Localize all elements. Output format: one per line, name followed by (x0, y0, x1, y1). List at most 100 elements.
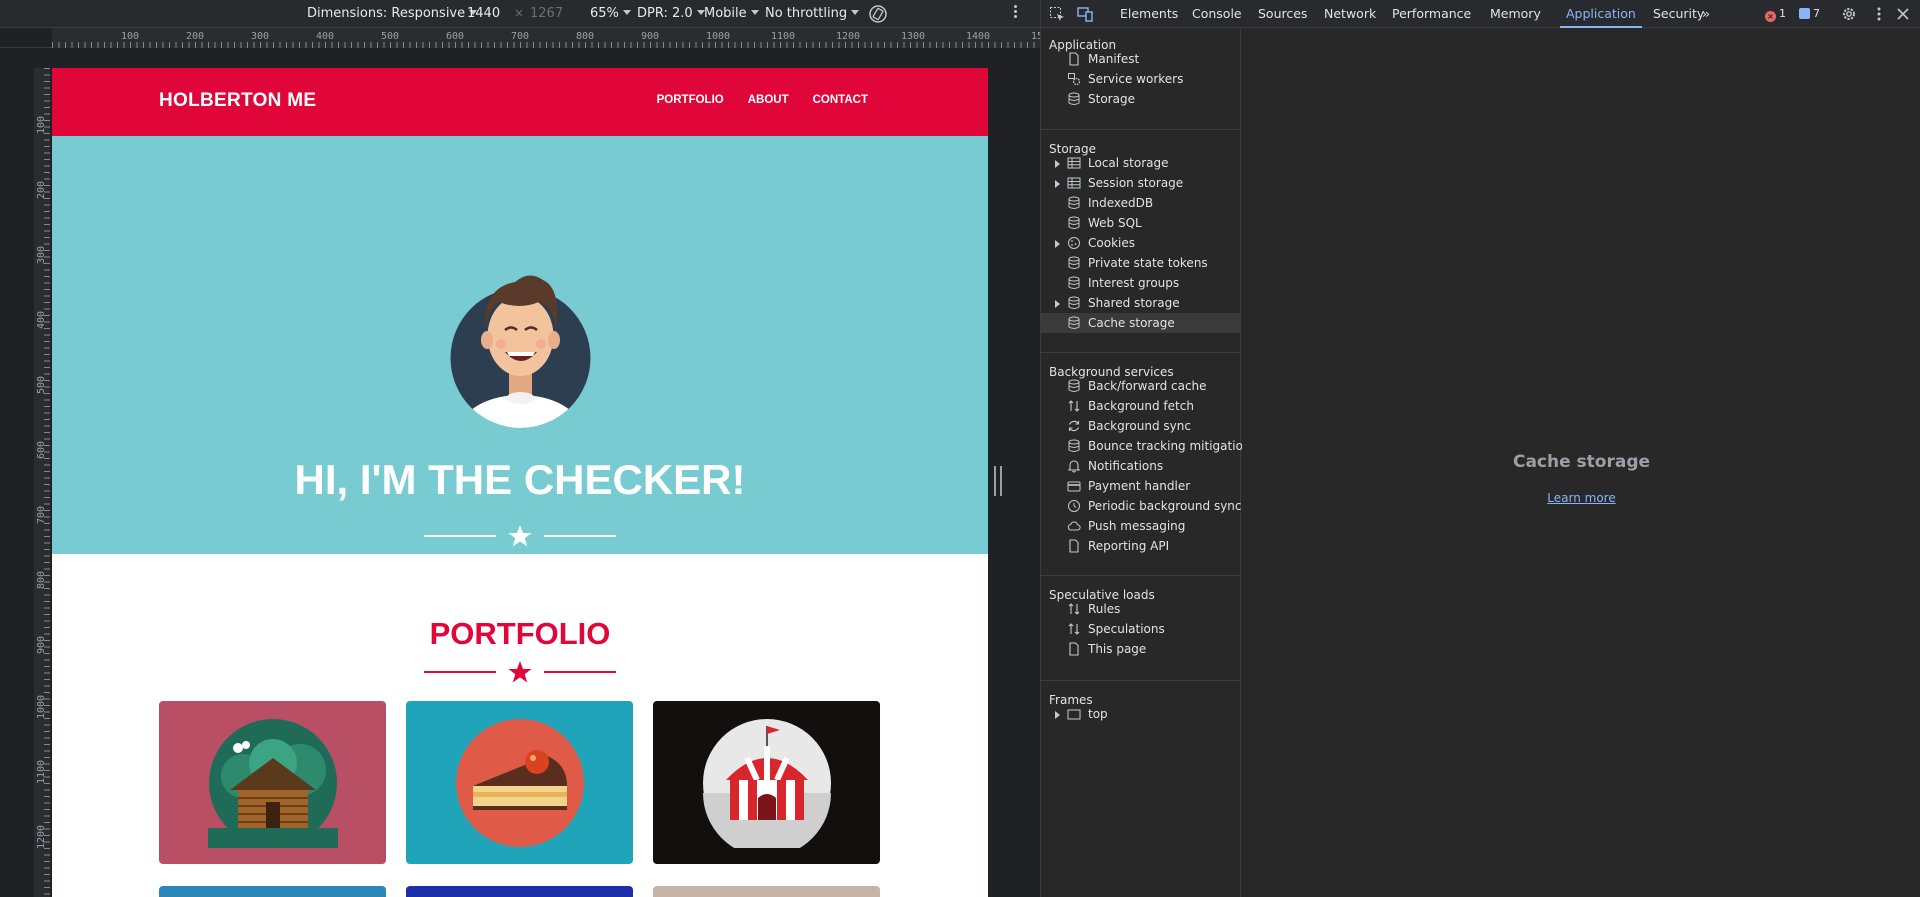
portfolio-card-cake[interactable] (406, 701, 633, 864)
ruler-label: 400 (316, 31, 335, 42)
more-tabs-chevron-icon[interactable]: ›› (1702, 6, 1710, 21)
tab-memory[interactable]: Memory (1490, 6, 1541, 21)
expand-arrow-icon[interactable] (1055, 240, 1060, 248)
file-icon (1067, 52, 1081, 66)
sidebar-item-push-messaging[interactable]: Push messaging (1041, 516, 1240, 536)
rotate-icon[interactable] (868, 4, 888, 28)
viewport-resize-handle[interactable] (994, 466, 1002, 496)
sidebar-item-label: top (1088, 707, 1108, 721)
sidebar-item-periodic-background-sync[interactable]: Periodic background sync (1041, 496, 1242, 516)
sidebar-item-service-workers[interactable]: Service workers (1041, 69, 1240, 89)
ruler-label: 500 (381, 31, 400, 42)
sidebar-item-top[interactable]: top (1041, 704, 1240, 724)
file-icon (1067, 642, 1081, 656)
ruler-label: 800 (36, 570, 47, 589)
nav-portfolio-link[interactable]: PORTFOLIO (657, 94, 724, 106)
cache-storage-view: Cache storage Learn more (1242, 29, 1920, 897)
tab-network[interactable]: Network (1324, 6, 1376, 21)
devtools-more-icon[interactable] (1871, 6, 1887, 22)
hero-divider (424, 524, 616, 548)
sidebar-item-back-forward-cache[interactable]: Back/forward cache (1041, 376, 1240, 396)
sidebar-item-label: IndexedDB (1088, 196, 1154, 210)
dpr-dropdown[interactable]: DPR: 2.0 (637, 6, 705, 21)
device-emulation-area: Dimensions: Responsive 1440 × 1267 65% D… (0, 0, 1043, 897)
site-logo[interactable]: HOLBERTON ME (159, 90, 316, 112)
database-icon (1067, 196, 1081, 210)
close-devtools-icon[interactable] (1895, 6, 1911, 22)
sidebar-item-background-sync[interactable]: Background sync (1041, 416, 1240, 436)
sidebar-item-label: Background sync (1088, 419, 1191, 433)
sidebar-item-label: Payment handler (1088, 479, 1191, 493)
device-toggle-icon[interactable] (1077, 6, 1093, 22)
ruler-label: 700 (511, 31, 530, 42)
expand-arrow-icon[interactable] (1055, 300, 1060, 308)
sidebar-item-speculations[interactable]: Speculations (1041, 619, 1240, 639)
sidebar-item-cookies[interactable]: Cookies (1041, 233, 1240, 253)
sidebar-item-label: Push messaging (1088, 519, 1186, 533)
sidebar-item-reporting-api[interactable]: Reporting API (1041, 536, 1240, 556)
section-separator (1041, 129, 1240, 130)
sidebar-item-manifest[interactable]: Manifest (1041, 49, 1240, 69)
sidebar-item-shared-storage[interactable]: Shared storage (1041, 293, 1240, 313)
portfolio-card-circus[interactable] (653, 701, 880, 864)
ruler-label: 500 (36, 375, 47, 394)
more-options-icon[interactable] (1014, 5, 1018, 20)
sidebar-item-label: Reporting API (1088, 539, 1170, 553)
ruler-label: 900 (36, 635, 47, 654)
sidebar-item-label: Session storage (1088, 176, 1184, 190)
sidebar-item-rules[interactable]: Rules (1041, 599, 1240, 619)
nav-contact-link[interactable]: CONTACT (813, 94, 868, 106)
sidebar-item-local-storage[interactable]: Local storage (1041, 153, 1240, 173)
sidebar-item-background-fetch[interactable]: Background fetch (1041, 396, 1240, 416)
ruler-horizontal: 100 200 300 400 500 600 700 800 900 1000 1100 1200 1… (0, 28, 1043, 48)
height-input[interactable]: 1267 (530, 6, 563, 21)
expand-arrow-icon[interactable] (1055, 160, 1060, 168)
inspect-element-icon[interactable] (1049, 6, 1065, 22)
tab-elements[interactable]: Elements (1120, 6, 1178, 21)
device-type-dropdown[interactable]: Mobile (704, 6, 759, 21)
sidebar-item-cache-storage[interactable]: Cache storage (1041, 313, 1240, 333)
portfolio-card-next-2[interactable] (406, 886, 633, 897)
tab-security[interactable]: Security (1653, 6, 1704, 21)
sidebar-item-storage[interactable]: Storage (1041, 89, 1240, 109)
sidebar-item-label: Back/forward cache (1088, 379, 1207, 393)
sidebar-item-bounce-tracking-mitigations[interactable]: Bounce tracking mitigations (1041, 436, 1257, 456)
section-separator (1041, 680, 1240, 681)
emulated-page-viewport[interactable]: HOLBERTON ME PORTFOLIO ABOUT CONTACT HI,… (52, 68, 988, 897)
sidebar-item-session-storage[interactable]: Session storage (1041, 173, 1240, 193)
dimensions-dropdown[interactable]: Dimensions: Responsive (307, 6, 478, 21)
sidebar-item-interest-groups[interactable]: Interest groups (1041, 273, 1240, 293)
sidebar-item-web-sql[interactable]: Web SQL (1041, 213, 1240, 233)
sidebar-item-indexeddb[interactable]: IndexedDB (1041, 193, 1240, 213)
expand-arrow-icon[interactable] (1055, 180, 1060, 188)
sidebar-item-private-state-tokens[interactable]: Private state tokens (1041, 253, 1240, 273)
sidebar-item-this-page[interactable]: This page (1041, 639, 1240, 659)
tab-performance[interactable]: Performance (1392, 6, 1471, 21)
sidebar-item-label: Notifications (1088, 459, 1164, 473)
ruler-label: 900 (641, 31, 660, 42)
nav-about-link[interactable]: ABOUT (748, 94, 789, 106)
sidebar-item-label: Periodic background sync (1088, 499, 1242, 513)
sidebar-item-notifications[interactable]: Notifications (1041, 456, 1240, 476)
application-sidebar: Application Manifest Service workers Storag… (1041, 29, 1257, 897)
sidebar-item-payment-handler[interactable]: Payment handler (1041, 476, 1240, 496)
throttling-dropdown[interactable]: No throttling (765, 6, 860, 21)
database-icon (1067, 296, 1081, 310)
settings-gear-icon[interactable] (1841, 6, 1857, 22)
file-icon (1067, 539, 1081, 553)
tab-console[interactable]: Console (1192, 6, 1242, 21)
expand-arrow-icon[interactable] (1055, 711, 1060, 719)
learn-more-link[interactable]: Learn more (1242, 491, 1920, 505)
portfolio-card-cabin[interactable] (159, 701, 386, 864)
tab-application[interactable]: Application (1560, 6, 1642, 28)
message-count-badge[interactable]: 7 (1799, 7, 1820, 20)
hero-title: HI, I'M THE CHECKER! (294, 456, 746, 503)
tab-sources[interactable]: Sources (1258, 6, 1307, 21)
width-input[interactable]: 1440 (467, 6, 500, 21)
error-count-badge[interactable]: × 1 (1765, 7, 1786, 22)
ruler-vertical: 100 200 300 400 500 600 700 800 900 1000 1100 1200 (0, 48, 52, 897)
portfolio-card-next-3[interactable] (653, 886, 880, 897)
sidebar-item-label: Manifest (1088, 52, 1140, 66)
zoom-dropdown[interactable]: 65% (590, 6, 631, 21)
portfolio-card-next-1[interactable] (159, 886, 386, 897)
